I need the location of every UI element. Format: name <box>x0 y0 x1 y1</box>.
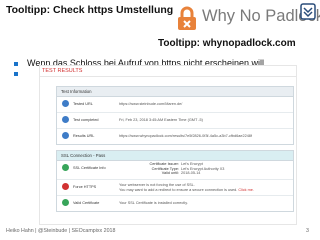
results-heading: TEST RESULTS <box>42 68 83 74</box>
row-value: Fri, Feb 23, 2018 3:45:AM Eastern Time (… <box>119 118 203 122</box>
bullet-marker-icon <box>14 72 18 76</box>
ssl-connection-panel: SSL Connection - Pass SSL Certificate In… <box>56 150 294 212</box>
ssl-row-valid-certificate: Valid Certificate Your SSL Certificate i… <box>57 196 293 211</box>
info-row-tested-url: Tested URL https://www.steinbude.com/Mar… <box>57 97 293 113</box>
whynopadlock-results-screenshot: TEST RESULTS Test Information Tested URL… <box>40 66 296 224</box>
row-value: Your SSL Certificate is installed correc… <box>119 201 188 205</box>
row-label: Results URL <box>73 134 95 138</box>
bullet-marker-icon <box>14 61 18 66</box>
certificate-details: Certificate Issuer: Let's Encrypt Certifi… <box>119 162 239 176</box>
divider <box>40 76 296 77</box>
slide-title: Tooltipp: Check https Umstellung <box>6 4 174 16</box>
padlock-icon <box>178 6 196 30</box>
certificate-icon <box>62 164 69 171</box>
ssl-row-force-https: Force HTTPS Your webserver is not forcin… <box>57 180 293 196</box>
cert-value: Let's Encrypt <box>181 162 203 166</box>
clock-icon <box>62 116 69 123</box>
cert-key: Certificate Type: <box>151 166 179 171</box>
warning-icon <box>62 183 69 190</box>
test-info-panel: Test Information Tested URL https://www.… <box>56 86 294 145</box>
row-label: Test completed <box>73 118 99 122</box>
brand-logo-icon <box>300 3 316 20</box>
row-label: Tested URL <box>73 102 93 106</box>
panel-header: SSL Connection - Pass <box>57 151 293 161</box>
row-value[interactable]: https://www.whynopadlock.com/results/7e5… <box>119 134 252 138</box>
row-value: Your webserver is not forcing the use of… <box>119 183 195 187</box>
info-row-results-url: Results URL https://www.whynopadlock.com… <box>57 129 293 144</box>
link-icon <box>62 100 69 107</box>
row-label: Valid Certificate <box>73 201 100 205</box>
page-number: 3 <box>306 228 309 234</box>
row-label: SSL Certificate Info <box>73 166 106 170</box>
link-icon <box>62 132 69 139</box>
panel-header: Test Information <box>57 87 293 97</box>
cert-key: Certificate Issuer: <box>149 162 179 166</box>
info-row-test-completed: Test completed Fri, Feb 23, 2018 3:45:AM… <box>57 113 293 129</box>
row-label: Force HTTPS <box>73 185 97 189</box>
cert-key: Valid until: <box>161 171 179 175</box>
row-value-line2: You may want to add a redirect to ensure… <box>119 188 254 192</box>
row-value-text: You may want to add a redirect to ensure… <box>119 188 238 192</box>
cert-value: 2018-05-14 <box>181 171 201 175</box>
row-value[interactable]: https://www.steinbude.com/Maren.de/ <box>119 102 182 106</box>
click-me-link[interactable]: Click me. <box>238 188 254 192</box>
tool-title: Tooltipp: whynopadlock.com <box>158 38 296 49</box>
ssl-row-certificate-info: SSL Certificate Info Certificate Issuer:… <box>57 161 293 180</box>
whynopadlock-logo: Why No Padlock? <box>176 4 320 34</box>
checkmark-icon <box>62 199 69 206</box>
slide-footer: Heiko Hahn | @Steinbude | SEOcampixx 201… <box>6 228 116 234</box>
cert-value: Let's Encrypt Authority X3 <box>181 166 225 171</box>
